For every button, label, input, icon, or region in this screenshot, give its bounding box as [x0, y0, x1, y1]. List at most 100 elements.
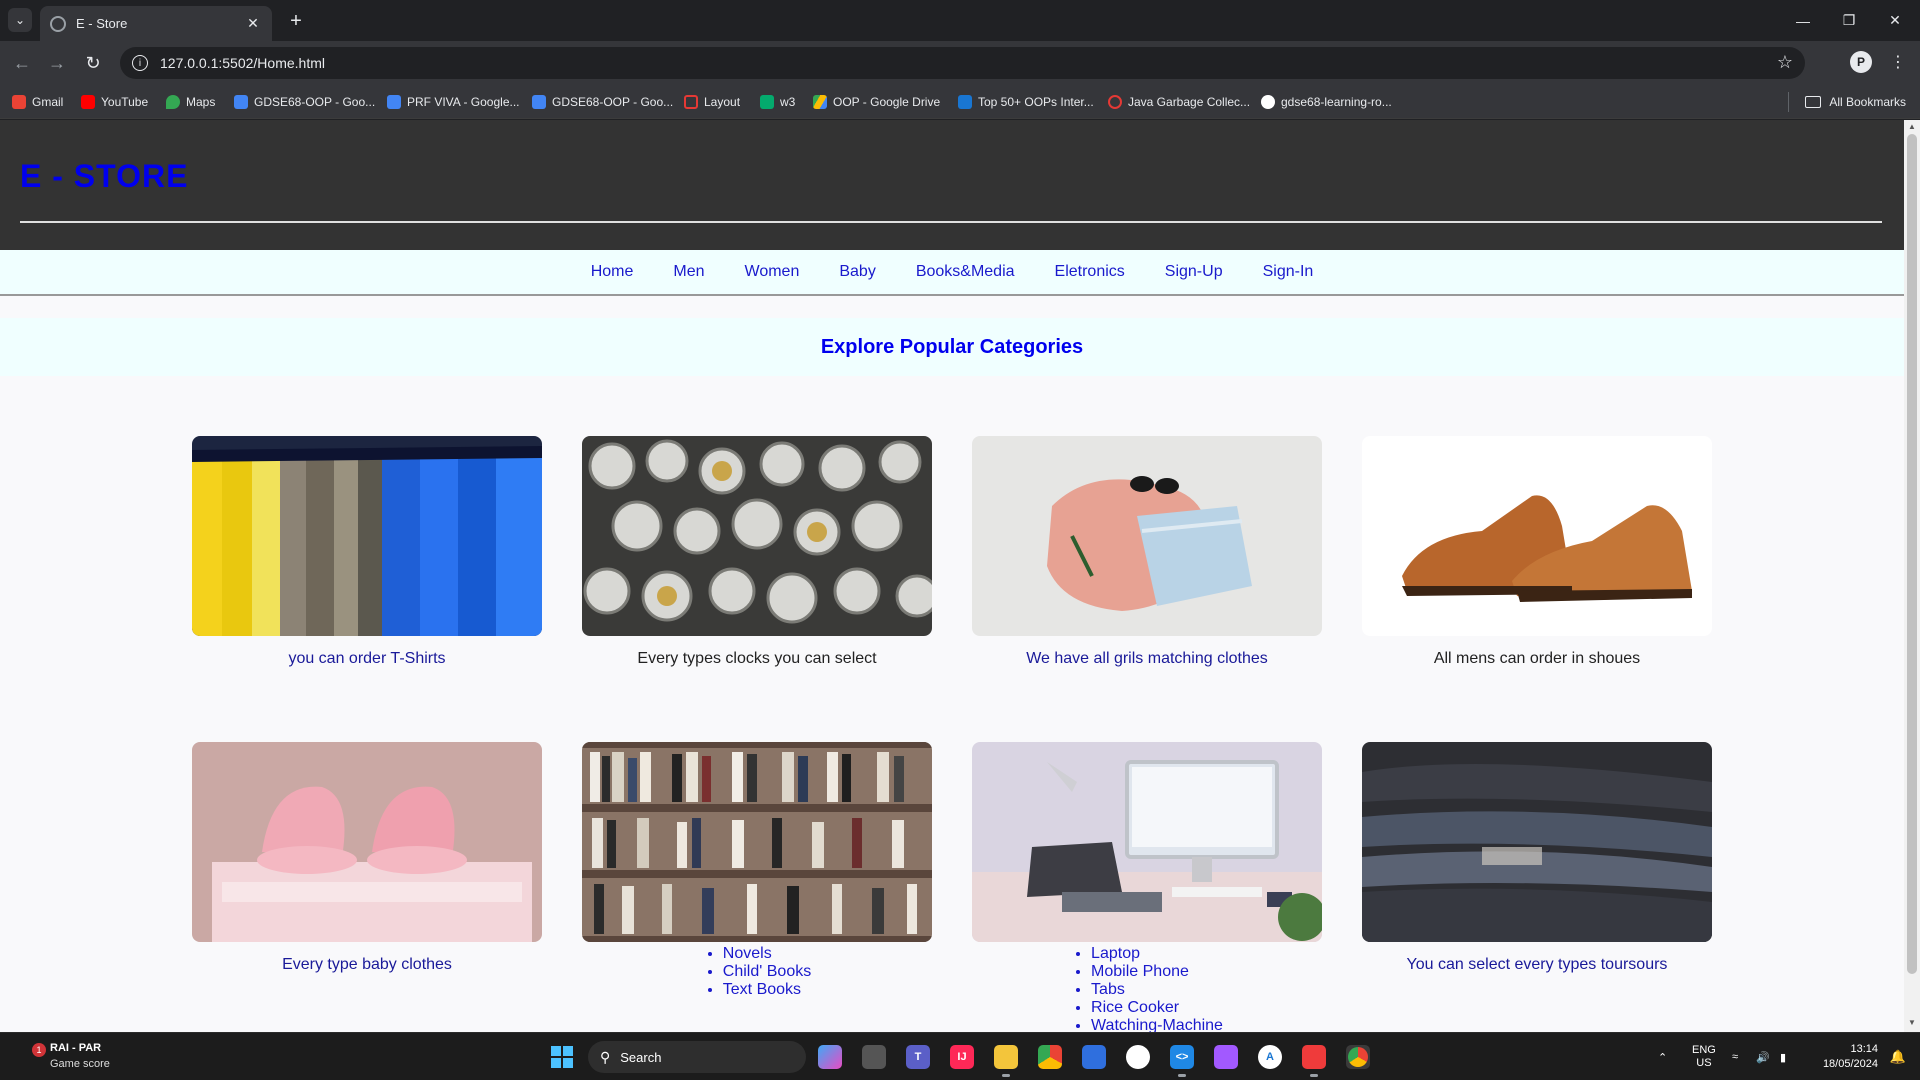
nav-link-home[interactable]: Home — [591, 263, 634, 281]
bookmark-prf-viva[interactable]: PRF VIVA - Google... — [387, 92, 520, 112]
profile-avatar-icon[interactable]: P — [1850, 51, 1872, 73]
nav-link-electronics[interactable]: Eletronics — [1055, 263, 1125, 281]
scroll-up-arrow-icon[interactable]: ▲ — [1908, 122, 1916, 131]
file-explorer-icon[interactable] — [994, 1045, 1018, 1077]
reload-icon[interactable]: ↻ — [80, 50, 106, 76]
windows-taskbar: 1 RAI - PAR Game score ⚲ Search T IJ <> … — [0, 1032, 1920, 1080]
nav-link-baby[interactable]: Baby — [839, 263, 875, 281]
bookmark-layout[interactable]: Layout — [684, 92, 740, 112]
maps-pin-icon — [166, 95, 180, 109]
close-tab-icon[interactable]: ✕ — [244, 15, 262, 32]
bookmark-gdse68-learning[interactable]: gdse68-learning-ro... — [1261, 92, 1392, 112]
mens-shoes-image[interactable] — [1362, 436, 1712, 636]
tab-search-chevron-icon[interactable]: ⌄ — [8, 8, 32, 32]
app-icon[interactable]: A — [1258, 1045, 1282, 1069]
card-caption[interactable]: You can select every types toursours — [1362, 956, 1712, 974]
bookmark-oop-drive[interactable]: OOP - Google Drive — [813, 92, 940, 112]
scroll-down-arrow-icon[interactable]: ▼ — [1908, 1018, 1916, 1027]
list-item[interactable]: Novels — [723, 945, 811, 963]
nav-link-sign-in[interactable]: Sign-In — [1263, 263, 1314, 281]
task-view-icon[interactable] — [862, 1045, 886, 1069]
intellij-icon[interactable]: IJ — [950, 1045, 974, 1069]
tray-overflow-chevron-icon[interactable]: ⌃ — [1658, 1033, 1667, 1080]
anydesk-icon[interactable] — [1302, 1045, 1326, 1077]
bookmarks-bar: Gmail YouTube Maps GDSE68-OOP - Goo... P… — [0, 85, 1920, 119]
card-caption[interactable]: you can order T-Shirts — [192, 650, 542, 668]
teams-icon[interactable]: T — [906, 1045, 930, 1069]
list-item[interactable]: Laptop — [1091, 945, 1223, 963]
bookmark-gdse68-oop-2[interactable]: GDSE68-OOP - Goo... — [532, 92, 673, 112]
browser-tab-active[interactable]: E - Store ✕ — [40, 6, 272, 41]
jeans-image[interactable] — [1362, 742, 1712, 942]
restore-window-icon[interactable]: ❐ — [1826, 0, 1872, 41]
list-item[interactable]: Mobile Phone — [1091, 963, 1223, 981]
url-text[interactable]: 127.0.0.1:5502/Home.html — [160, 55, 325, 71]
category-card-womens-clothes[interactable]: We have all grils matching clothes — [972, 436, 1322, 668]
microsoft-store-icon[interactable] — [1082, 1045, 1106, 1069]
github-desktop-icon[interactable] — [1126, 1045, 1150, 1069]
category-card-electronics[interactable]: Laptop Mobile Phone Tabs Rice Cooker Wat… — [972, 742, 1322, 1032]
volume-icon[interactable]: 🔊 — [1756, 1033, 1770, 1080]
nav-link-sign-up[interactable]: Sign-Up — [1165, 263, 1223, 281]
scrollbar-thumb[interactable] — [1907, 134, 1917, 974]
bookmark-java-garbage[interactable]: Java Garbage Collec... — [1108, 92, 1250, 112]
category-card-trousers[interactable]: You can select every types toursours — [1362, 742, 1712, 974]
bookmark-star-icon[interactable]: ☆ — [1777, 52, 1793, 73]
chrome-icon[interactable] — [1038, 1045, 1062, 1069]
bookmark-youtube[interactable]: YouTube — [81, 92, 148, 112]
back-arrow-icon[interactable]: ← — [9, 50, 35, 76]
site-info-icon[interactable]: i — [132, 55, 148, 71]
category-card-baby-clothes[interactable]: Every type baby clothes — [192, 742, 542, 974]
list-item[interactable]: Tabs — [1091, 981, 1223, 999]
nav-link-books-media[interactable]: Books&Media — [916, 263, 1015, 281]
forward-arrow-icon[interactable]: → — [44, 50, 70, 76]
baby-clothes-image[interactable] — [192, 742, 542, 942]
windows-start-icon[interactable] — [551, 1046, 573, 1068]
electronics-image[interactable] — [972, 742, 1322, 942]
new-tab-plus-icon[interactable]: + — [283, 8, 309, 34]
close-window-icon[interactable]: ✕ — [1872, 0, 1918, 41]
tshirts-image[interactable] — [192, 436, 542, 636]
minimize-window-icon[interactable]: — — [1780, 0, 1826, 41]
vscode-icon[interactable]: <> — [1170, 1045, 1194, 1077]
wifi-icon[interactable]: ≈ — [1732, 1033, 1738, 1080]
browser-menu-icon[interactable]: ⋮ — [1890, 52, 1906, 72]
chrome-active-icon[interactable] — [1346, 1045, 1370, 1069]
bookmark-w3[interactable]: w3 — [760, 92, 795, 112]
womens-clothes-image[interactable] — [972, 436, 1322, 636]
address-bar[interactable]: i 127.0.0.1:5502/Home.html ☆ — [120, 47, 1805, 79]
system-clock[interactable]: 13:14 18/05/2024 — [1823, 1042, 1878, 1072]
category-card-mens-shoes[interactable]: All mens can order in shoues — [1362, 436, 1712, 668]
notification-bell-icon[interactable]: 🔔 — [1890, 1049, 1906, 1065]
category-card-tshirts[interactable]: you can order T-Shirts — [192, 436, 542, 668]
card-caption[interactable]: Every type baby clothes — [192, 956, 542, 974]
page-scrollbar[interactable]: ▲ ▼ — [1904, 120, 1920, 1032]
card-caption[interactable]: Every types clocks you can select — [582, 650, 932, 668]
list-item[interactable]: Watching-Machine — [1091, 1017, 1223, 1032]
watches-image[interactable] — [582, 436, 932, 636]
bookmark-gdse68-oop-1[interactable]: GDSE68-OOP - Goo... — [234, 92, 375, 112]
category-card-watches[interactable]: Every types clocks you can select — [582, 436, 932, 668]
category-card-books[interactable]: Novels Child' Books Text Books — [582, 742, 932, 999]
list-item[interactable]: Text Books — [723, 981, 811, 999]
site-nav: Home Men Women Baby Books&Media Eletroni… — [0, 250, 1904, 296]
card-caption[interactable]: All mens can order in shoues — [1362, 650, 1712, 668]
list-item[interactable]: Rice Cooker — [1091, 999, 1223, 1017]
language-indicator[interactable]: ENG US — [1692, 1033, 1716, 1080]
battery-icon[interactable]: ▮ — [1780, 1033, 1786, 1080]
list-item[interactable]: Child' Books — [723, 963, 811, 981]
folder-icon — [1805, 96, 1822, 108]
browser-tab-strip: ⌄ E - Store ✕ + — ❐ ✕ — [0, 0, 1920, 41]
card-caption[interactable]: We have all grils matching clothes — [972, 650, 1322, 668]
bookshelf-image[interactable] — [582, 742, 932, 942]
google-docs-icon — [387, 95, 401, 109]
bookmark-maps[interactable]: Maps — [166, 92, 215, 112]
bookmark-top50-oops[interactable]: Top 50+ OOPs Inter... — [958, 92, 1094, 112]
figma-icon[interactable] — [1214, 1045, 1238, 1069]
nav-link-women[interactable]: Women — [745, 263, 800, 281]
bookmark-gmail[interactable]: Gmail — [12, 92, 63, 112]
copilot-icon[interactable] — [818, 1045, 842, 1069]
all-bookmarks-button[interactable]: All Bookmarks — [1805, 92, 1906, 112]
taskbar-search[interactable]: ⚲ Search — [588, 1041, 806, 1073]
nav-link-men[interactable]: Men — [673, 263, 704, 281]
